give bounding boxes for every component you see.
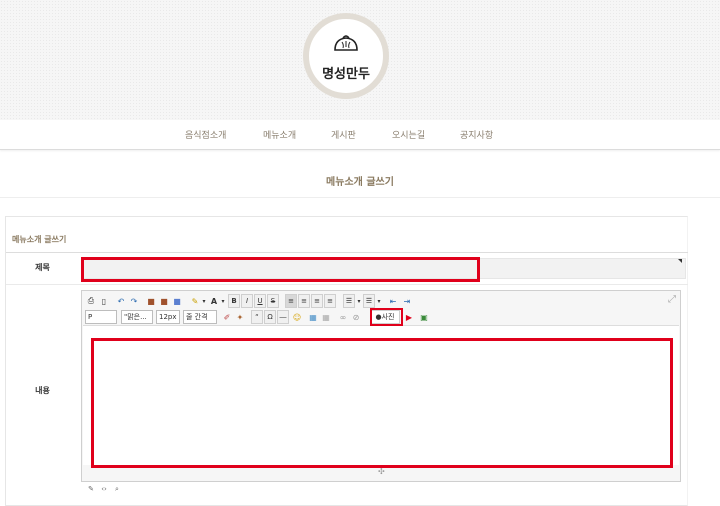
photo-button[interactable]: ●사진 (370, 310, 400, 324)
bold-icon[interactable]: B (228, 294, 240, 308)
nav-item-notice[interactable]: 공지사항 (460, 128, 493, 141)
title-label: 제목 (35, 263, 50, 272)
table-icon[interactable]: ▦ (307, 310, 319, 324)
nav-item-restaurant-intro[interactable]: 음식점소개 (185, 128, 226, 141)
print-icon[interactable]: ⎙ (85, 294, 97, 308)
underline-icon[interactable]: U (254, 294, 266, 308)
content-editor-area[interactable] (83, 325, 679, 468)
align-justify-icon[interactable]: ≡ (324, 294, 336, 308)
dumpling-icon (334, 35, 358, 51)
align-left-icon[interactable]: ≡ (285, 294, 297, 308)
align-center-icon[interactable]: ≡ (298, 294, 310, 308)
code-icon[interactable]: ‹› (98, 483, 110, 495)
format-painter-icon[interactable]: ✦ (234, 310, 246, 324)
nav-item-board[interactable]: 게시판 (331, 128, 356, 141)
logo[interactable]: 명성만두 (303, 13, 389, 99)
align-right-icon[interactable]: ≡ (311, 294, 323, 308)
corner-mark (678, 259, 682, 263)
emoticon-icon[interactable]: ☺ (291, 310, 303, 324)
divider (6, 284, 688, 285)
link-icon[interactable]: ∞ (337, 310, 349, 324)
quote-icon[interactable]: “ (251, 310, 263, 324)
line-height-select[interactable]: 줄 간격 (183, 310, 217, 324)
unlink-icon[interactable]: ⊘ (350, 310, 362, 324)
paste-icon[interactable]: ■ (171, 294, 183, 308)
cut-icon[interactable]: ■ (145, 294, 157, 308)
strikethrough-icon[interactable]: S (267, 294, 279, 308)
content-label: 내용 (35, 386, 50, 395)
nav-item-directions[interactable]: 오시는길 (392, 128, 425, 141)
eraser-icon[interactable]: ✐ (221, 310, 233, 324)
divider (0, 197, 720, 198)
redo-icon[interactable]: ↷ (128, 294, 140, 308)
copy-icon[interactable]: ■ (158, 294, 170, 308)
pencil-icon[interactable]: ✎ (85, 483, 97, 495)
preview-icon[interactable]: ⌕ (111, 483, 123, 495)
video-icon[interactable]: ▶ (403, 310, 415, 324)
chevron-down-icon[interactable]: ▾ (373, 294, 385, 308)
main-nav: 음식점소개 메뉴소개 게시판 오시는길 공지사항 (0, 120, 720, 150)
table-edit-icon[interactable]: ▦ (320, 310, 332, 324)
new-document-icon[interactable]: ▯ (98, 294, 110, 308)
panel-title: 메뉴소개 글쓰기 (12, 235, 67, 244)
font-select[interactable]: "맑은... (121, 310, 153, 324)
image-icon[interactable]: ▣ (418, 310, 430, 324)
write-form-panel: 메뉴소개 글쓰기 제목 내용 ⎙ ▯ ↶ ↷ ■ ■ ■ ✎ ▾ A ▾ B I… (5, 216, 688, 506)
site-header: 명성만두 (0, 0, 720, 120)
resize-handle[interactable]: ✣ (378, 467, 385, 476)
format-select[interactable]: P (85, 310, 117, 324)
font-size-select[interactable]: 12px (156, 310, 180, 324)
special-char-icon[interactable]: Ω (264, 310, 276, 324)
page-title: 메뉴소개 글쓰기 (326, 177, 394, 188)
expand-icon[interactable]: ⤢ (668, 294, 676, 305)
horizontal-line-icon[interactable]: ― (277, 310, 289, 324)
photo-button-label: 사진 (381, 313, 395, 321)
nav-item-menu-intro[interactable]: 메뉴소개 (263, 128, 296, 141)
logo-text: 명성만두 (322, 67, 370, 82)
content-highlight-box (91, 338, 673, 468)
rich-text-editor: ⎙ ▯ ↶ ↷ ■ ■ ■ ✎ ▾ A ▾ B I U S ≡ ≡ ≡ ≡ ☰ … (81, 290, 681, 482)
title-input[interactable] (81, 258, 686, 279)
italic-icon[interactable]: I (241, 294, 253, 308)
divider (6, 252, 688, 253)
outdent-icon[interactable]: ⇤ (387, 294, 399, 308)
undo-icon[interactable]: ↶ (115, 294, 127, 308)
indent-icon[interactable]: ⇥ (401, 294, 413, 308)
